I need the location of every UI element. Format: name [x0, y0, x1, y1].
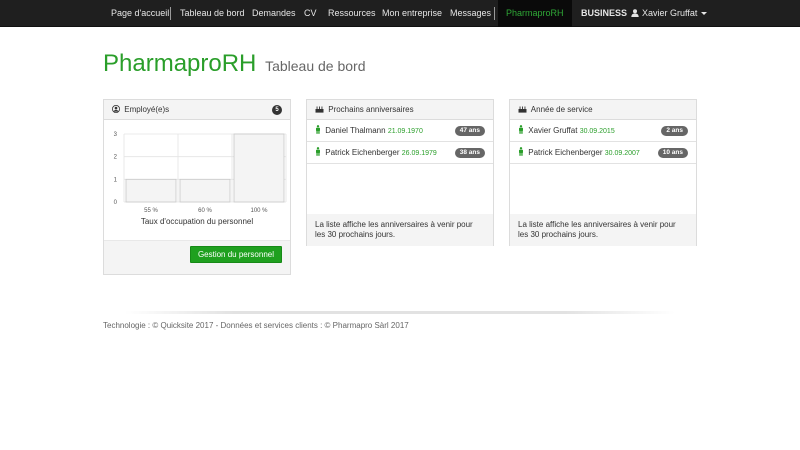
birthdays-footer-note: La liste affiche les anniversaires à ven… [307, 214, 493, 246]
top-navbar: Page d'accueil Tableau de bord Demandes … [0, 0, 800, 27]
user-menu[interactable]: Xavier Gruffat [631, 0, 708, 27]
service-row: Xavier Gruffat 30.09.2015 2 ans [510, 120, 696, 142]
birthdays-panel: Prochains anniversaires Daniel Thalmann … [306, 99, 494, 246]
nav-my-company[interactable]: Mon entreprise [382, 0, 442, 27]
person-icon [519, 147, 523, 156]
service-footer-note: La liste affiche les anniversaires à ven… [510, 214, 696, 246]
nav-requests[interactable]: Demandes [252, 0, 296, 27]
chart-bar [233, 133, 285, 203]
nav-resources[interactable]: Ressources [328, 0, 376, 27]
cake-icon [315, 106, 324, 113]
service-panel: Année de service Xavier Gruffat 30.09.20… [509, 99, 697, 246]
birthday-date: 21.09.1970 [387, 128, 423, 135]
occupation-bar-chart: 0 1 2 3 55 % 60 % 100 % [114, 132, 287, 214]
chart-x-tick-label: 100 % [250, 208, 268, 214]
person-icon [316, 147, 320, 156]
service-panel-header: Année de service [510, 100, 696, 120]
service-name: Patrick Eichenberger [528, 148, 603, 157]
chart-bar [125, 178, 177, 203]
nav-home[interactable]: Page d'accueil [111, 0, 169, 27]
birthday-row: Patrick Eichenberger 26.09.1979 38 ans [307, 142, 493, 164]
page-title: PharmaproRH Tableau de bord [103, 50, 365, 78]
years-badge: 2 ans [661, 126, 688, 136]
cake-icon [518, 106, 527, 113]
user-circle-icon [112, 105, 120, 113]
employees-count-badge: 5 [272, 105, 282, 115]
chart-x-tick-label: 60 % [198, 208, 212, 214]
birthday-name: Patrick Eichenberger [325, 148, 400, 157]
chart-x-tick-label: 55 % [144, 208, 158, 214]
staff-management-button[interactable]: Gestion du personnel [189, 246, 282, 263]
birthdays-header-label: Prochains anniversaires [328, 105, 414, 114]
person-icon [316, 125, 320, 134]
nav-separator [170, 7, 171, 20]
years-badge: 10 ans [657, 148, 688, 158]
service-row: Patrick Eichenberger 30.09.2007 10 ans [510, 142, 696, 164]
nav-dashboard[interactable]: Tableau de bord [180, 0, 245, 27]
employees-panel-footer: Gestion du personnel [104, 240, 290, 274]
nav-business[interactable]: BUSINESS [581, 0, 627, 27]
chart-bar [179, 178, 231, 203]
person-icon [519, 125, 523, 134]
nav-messages[interactable]: Messages [450, 0, 491, 27]
service-date: 30.09.2007 [604, 150, 640, 157]
nav-pharmaprorh[interactable]: PharmaproRH [498, 0, 572, 27]
birthday-date: 26.09.1979 [401, 150, 437, 157]
birthdays-panel-header: Prochains anniversaires [307, 100, 493, 120]
footer-divider [125, 311, 675, 314]
page-subtitle: Tableau de bord [265, 58, 366, 74]
birthday-name: Daniel Thalmann [325, 126, 386, 135]
service-name: Xavier Gruffat [528, 126, 578, 135]
age-badge: 47 ans [454, 126, 485, 136]
chart-y-tick-label: 2 [114, 155, 118, 161]
age-badge: 38 ans [454, 148, 485, 158]
chart-y-tick-label: 1 [114, 177, 118, 183]
chevron-down-icon [701, 12, 708, 15]
service-header-label: Année de service [530, 105, 593, 114]
user-name: Xavier Gruffat [642, 8, 698, 18]
chart-y-tick-label: 3 [114, 132, 118, 138]
footer-copyright: Technologie : © Quicksite 2017 - Données… [103, 321, 409, 330]
nav-separator [494, 7, 495, 20]
chart-y-tick-label: 0 [114, 200, 118, 206]
chart-x-axis-label: Taux d'occupation du personnel [140, 217, 254, 226]
employees-panel-header: Employé(e)s 5 [104, 100, 290, 120]
birthday-row: Daniel Thalmann 21.09.1970 47 ans [307, 120, 493, 142]
page-title-text: PharmaproRH [103, 50, 257, 77]
nav-cv[interactable]: CV [304, 0, 317, 27]
user-icon [631, 9, 639, 17]
service-date: 30.09.2015 [579, 128, 615, 135]
employees-header-label: Employé(e)s [124, 105, 170, 114]
employees-panel: Employé(e)s 5 0 1 2 3 55 % 60 % 100 % Taux d'o… [103, 99, 291, 275]
